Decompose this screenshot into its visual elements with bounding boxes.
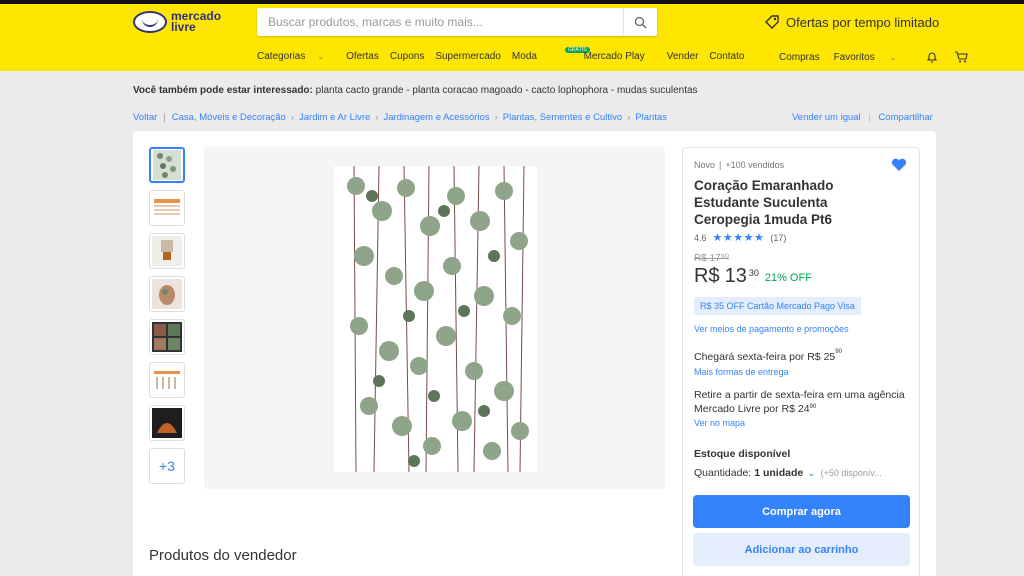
vendor-products-heading: Produtos do vendedor xyxy=(149,547,297,564)
nav-item-coupons[interactable]: Cupons xyxy=(390,51,424,62)
main-nav: Categorias ⌄ Ofertas Cupons Supermercado … xyxy=(257,47,755,62)
back-link[interactable]: Voltar xyxy=(133,112,157,123)
thumbnail-hand[interactable] xyxy=(149,276,185,312)
thumbnail-pot[interactable] xyxy=(149,233,185,269)
search-bar xyxy=(257,8,657,36)
favorites-link[interactable]: Favoritos ⌄ xyxy=(834,52,911,63)
price-integer: 13 xyxy=(724,265,747,287)
thumbnail-table[interactable] xyxy=(149,190,185,226)
breadcrumb-actions: Vender um igual | Compartilhar xyxy=(792,112,933,123)
condition-label: Novo xyxy=(694,160,716,170)
buy-now-button[interactable]: Comprar agora xyxy=(693,495,910,528)
buy-box: Novo | +100 vendidos Coração Emaranhado Es… xyxy=(682,147,920,576)
heart-icon[interactable] xyxy=(891,158,907,172)
purchases-link[interactable]: Compras xyxy=(779,52,820,63)
nav-item-offers[interactable]: Ofertas xyxy=(346,51,379,62)
search-icon xyxy=(634,16,647,28)
price-cents: 30 xyxy=(748,268,759,278)
pot-thumbnail-image xyxy=(152,236,182,266)
breadcrumb-item[interactable]: Jardim e Ar Livre xyxy=(299,112,370,123)
logo-line-2: livre xyxy=(171,20,196,34)
view-map-link[interactable]: Ver no mapa xyxy=(694,418,745,428)
chevron-right-icon: › xyxy=(375,112,379,123)
hand-thumbnail-image xyxy=(152,279,182,309)
condition-line: Novo | +100 vendidos xyxy=(694,160,785,170)
add-to-cart-button[interactable]: Adicionar ao carrinho xyxy=(693,533,910,566)
breadcrumb-item[interactable]: Jardinagem e Acessórios xyxy=(383,112,489,123)
product-title: Coração Emaranhado Estudante Suculenta C… xyxy=(694,178,834,227)
chevron-down-icon: ⌄ xyxy=(317,52,325,61)
currency-symbol: R$ xyxy=(694,265,720,287)
nav-item-contact[interactable]: Contato xyxy=(709,51,744,62)
related-searches-links[interactable]: planta cacto grande - planta coracao mag… xyxy=(316,85,698,96)
mercado-livre-logo[interactable]: mercado livre xyxy=(133,10,221,34)
payment-methods-link[interactable]: Ver meios de pagamento e promoções xyxy=(694,324,849,334)
nav-item-sell[interactable]: Vender xyxy=(667,51,699,62)
limited-offers-label: Ofertas por tempo limitado xyxy=(786,14,940,30)
thumbnail-more[interactable]: +3 xyxy=(149,448,185,484)
table-thumbnail-image xyxy=(152,196,182,220)
nav-item-fashion[interactable]: Moda xyxy=(512,51,537,62)
account-nav: Compras Favoritos ⌄ xyxy=(779,51,982,63)
dark-thumbnail-image xyxy=(152,408,182,438)
thumbnail-collage[interactable] xyxy=(149,319,185,355)
main-product-image[interactable] xyxy=(204,147,665,489)
product-card: +3 Produtos do vendedor Novo | +100 vend… xyxy=(133,131,936,576)
thumbnail-dark[interactable] xyxy=(149,405,185,441)
chevron-down-icon: ⌄ xyxy=(807,467,816,479)
rating-row[interactable]: 4.6 ★★★★★ (17) xyxy=(694,231,786,244)
thumbnail-chart[interactable] xyxy=(149,362,185,398)
sold-count: +100 vendidos xyxy=(725,160,785,170)
breadcrumb: Voltar | Casa, Móveis e Decoração › Jard… xyxy=(133,112,667,123)
breadcrumb-item[interactable]: Plantas, Sementes e Cultivo xyxy=(503,112,622,123)
pickup-info: Retire a partir de sexta-feira em uma ag… xyxy=(694,389,905,415)
quantity-available: (+50 disponív... xyxy=(820,468,882,478)
logo-text: mercado livre xyxy=(171,10,221,34)
limited-offers-link[interactable]: Ofertas por tempo limitado xyxy=(764,14,939,30)
plant-thumbnail-image xyxy=(153,150,181,180)
original-price: R$ 17⁹⁰ xyxy=(694,253,729,264)
thumbnail-plant[interactable] xyxy=(149,147,185,183)
chevron-right-icon: › xyxy=(494,112,498,123)
more-images-count: +3 xyxy=(159,458,175,474)
related-searches: Você também pode estar interessado: plan… xyxy=(133,85,698,96)
breadcrumb-item[interactable]: Casa, Móveis e Decoração xyxy=(172,112,286,123)
quantity-selector[interactable]: Quantidade: 1 unidade ⌄ (+50 disponív... xyxy=(694,467,882,479)
quantity-value: 1 unidade xyxy=(754,467,804,479)
rating-value: 4.6 xyxy=(694,232,707,243)
site-header: mercado livre Ofertas por tempo limitado… xyxy=(0,4,1024,71)
current-price: R$ 13 30 21% OFF xyxy=(694,265,812,288)
chevron-right-icon: › xyxy=(627,112,631,123)
chevron-down-icon: ⌄ xyxy=(889,52,897,62)
bell-icon[interactable] xyxy=(926,51,938,63)
related-searches-label: Você também pode estar interessado: xyxy=(133,85,313,96)
search-input[interactable] xyxy=(257,8,617,36)
sell-similar-link[interactable]: Vender um igual xyxy=(792,112,861,123)
price-tag-icon xyxy=(765,15,779,29)
nav-item-supermarket[interactable]: Supermercado xyxy=(435,51,501,62)
chevron-right-icon: › xyxy=(290,112,294,123)
chart-thumbnail-image xyxy=(152,368,182,392)
breadcrumb-item[interactable]: Plantas xyxy=(635,112,667,123)
thumbnail-list: +3 xyxy=(149,147,185,491)
share-link[interactable]: Compartilhar xyxy=(878,112,932,123)
search-button[interactable] xyxy=(623,8,657,36)
handshake-logo-icon xyxy=(133,11,167,33)
stock-status: Estoque disponível xyxy=(694,448,791,460)
shipping-info: Chegará sexta-feira por R$ 2590 xyxy=(694,349,842,363)
nav-item-mercado-play[interactable]: GRÁTISMercado Play xyxy=(548,47,656,62)
collage-thumbnail-image xyxy=(152,322,182,352)
plant-photo xyxy=(334,166,537,472)
review-count: (17) xyxy=(770,232,787,243)
shipping-options-link[interactable]: Mais formas de entrega xyxy=(694,367,789,377)
quantity-label: Quantidade: xyxy=(694,467,752,479)
discount-badge: 21% OFF xyxy=(764,272,812,284)
cart-icon[interactable] xyxy=(954,51,969,63)
nav-item-categories[interactable]: Categorias ⌄ xyxy=(257,51,335,62)
star-rating-icon: ★★★★★ xyxy=(712,232,765,244)
card-promo-tag: R$ 35 OFF Cartão Mercado Pago Visa xyxy=(694,297,861,315)
